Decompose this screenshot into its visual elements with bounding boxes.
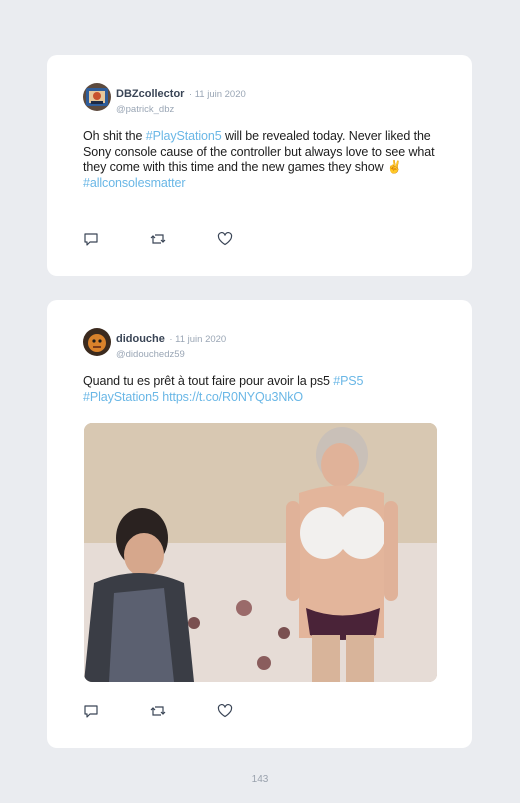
tweet-text: Quand tu es prêt à tout faire pour avoir… xyxy=(83,374,436,405)
tweet-card-2: didouche · 11 juin 2020 @didouchedz59 Qu… xyxy=(47,300,472,748)
tweet-media-image[interactable] xyxy=(84,423,437,682)
display-name[interactable]: didouche xyxy=(116,333,165,345)
avatar[interactable] xyxy=(83,328,111,356)
tweet-date[interactable]: · 11 juin 2020 xyxy=(189,89,246,100)
tweet-meta: didouche · 11 juin 2020 @didouchedz59 xyxy=(116,329,226,360)
reply-icon[interactable] xyxy=(83,704,99,718)
hashtag-link[interactable]: #PS5 xyxy=(333,374,363,388)
avatar[interactable] xyxy=(83,83,111,111)
url-link[interactable]: https://t.co/R0NYQu3NkO xyxy=(162,390,303,404)
like-icon[interactable] xyxy=(217,232,233,246)
hashtag-link[interactable]: #allconsolesmatter xyxy=(83,176,186,190)
tweet-meta: DBZcollector · 11 juin 2020 @patrick_dbz xyxy=(116,84,246,115)
reply-icon[interactable] xyxy=(83,232,99,246)
retweet-icon[interactable] xyxy=(150,232,166,246)
display-name[interactable]: DBZcollector xyxy=(116,88,184,100)
text-segment: Quand tu es prêt à tout faire pour avoir… xyxy=(83,374,334,388)
text-segment: Oh shit the xyxy=(83,129,146,143)
tweet-actions xyxy=(83,232,243,248)
tweet-actions xyxy=(83,704,243,720)
tweet-text: Oh shit the #PlayStation5 will be reveal… xyxy=(83,129,436,191)
tweet-date[interactable]: · 11 juin 2020 xyxy=(169,334,226,345)
hashtag-link[interactable]: #PlayStation5 xyxy=(83,390,159,404)
like-icon[interactable] xyxy=(217,704,233,718)
victory-hand-emoji: ✌ xyxy=(386,160,403,174)
page-number: 143 xyxy=(251,774,269,785)
tweet-card-1: DBZcollector · 11 juin 2020 @patrick_dbz… xyxy=(47,55,472,276)
user-handle[interactable]: @didouchedz59 xyxy=(116,349,226,360)
hashtag-link[interactable]: #PlayStation5 xyxy=(146,129,222,143)
retweet-icon[interactable] xyxy=(150,704,166,718)
user-handle[interactable]: @patrick_dbz xyxy=(116,104,246,115)
